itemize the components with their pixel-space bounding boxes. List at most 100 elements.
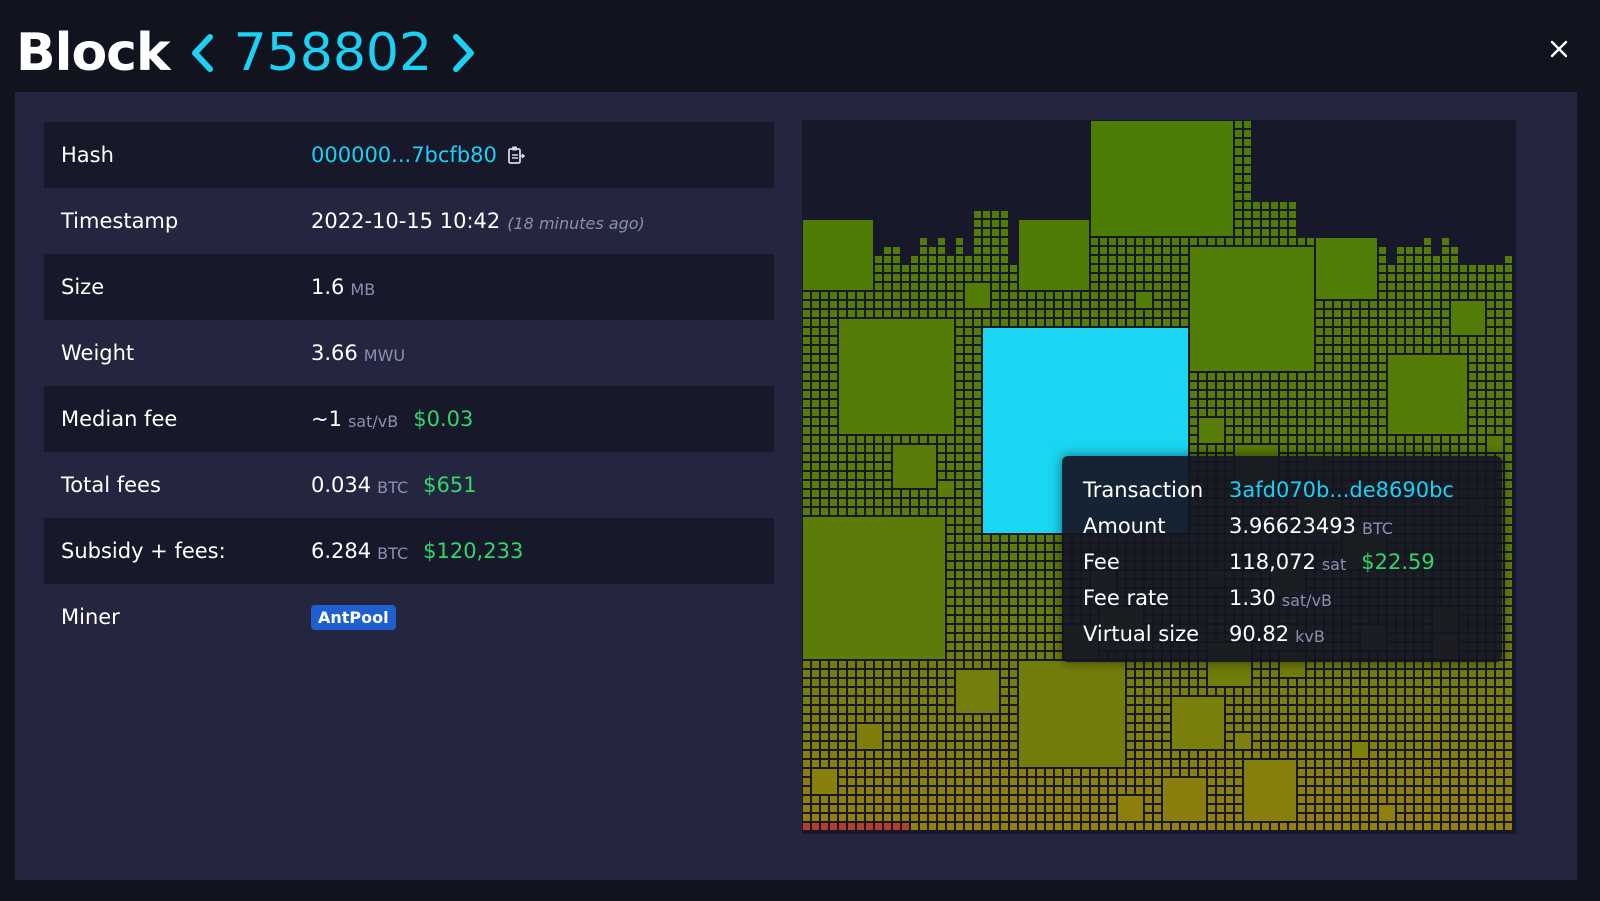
transaction-cell[interactable] — [1118, 319, 1125, 326]
transaction-cell[interactable] — [884, 310, 891, 317]
transaction-cell[interactable] — [1343, 319, 1350, 326]
transaction-cell[interactable] — [875, 274, 882, 281]
transaction-cell[interactable] — [1001, 805, 1008, 812]
transaction-cell[interactable] — [911, 499, 918, 506]
transaction-cell[interactable] — [1145, 670, 1152, 677]
transaction-cell[interactable] — [1487, 742, 1494, 749]
transaction-cell[interactable] — [1163, 238, 1170, 245]
transaction-block[interactable] — [1199, 418, 1224, 443]
transaction-cell[interactable] — [1496, 787, 1503, 794]
transaction-cell[interactable] — [1091, 238, 1098, 245]
transaction-cell[interactable] — [1505, 310, 1512, 317]
transaction-cell[interactable] — [1361, 400, 1368, 407]
transaction-cell[interactable] — [1208, 823, 1215, 830]
transaction-cell[interactable] — [1208, 814, 1215, 821]
transaction-cell[interactable] — [1073, 787, 1080, 794]
transaction-cell[interactable] — [1307, 409, 1314, 416]
transaction-cell[interactable] — [875, 787, 882, 794]
transaction-cell[interactable] — [1316, 697, 1323, 704]
transaction-cell[interactable] — [1424, 301, 1431, 308]
transaction-cell[interactable] — [1262, 742, 1269, 749]
transaction-cell[interactable] — [1388, 670, 1395, 677]
transaction-cell[interactable] — [884, 787, 891, 794]
transaction-cell[interactable] — [1352, 373, 1359, 380]
transaction-cell[interactable] — [1406, 301, 1413, 308]
transaction-cell[interactable] — [1487, 292, 1494, 299]
transaction-cell[interactable] — [1505, 652, 1512, 659]
transaction-cell[interactable] — [1397, 733, 1404, 740]
transaction-cell[interactable] — [1343, 706, 1350, 713]
transaction-cell[interactable] — [1226, 445, 1233, 452]
transaction-cell[interactable] — [803, 760, 810, 767]
transaction-cell[interactable] — [1433, 283, 1440, 290]
transaction-cell[interactable] — [1235, 211, 1242, 218]
transaction-cell[interactable] — [1325, 355, 1332, 362]
transaction-cell[interactable] — [1433, 328, 1440, 335]
transaction-cell[interactable] — [1325, 724, 1332, 731]
transaction-cell[interactable] — [1469, 733, 1476, 740]
transaction-cell[interactable] — [1343, 364, 1350, 371]
transaction-cell[interactable] — [875, 706, 882, 713]
transaction-cell[interactable] — [965, 544, 972, 551]
transaction-cell[interactable] — [1208, 391, 1215, 398]
transaction-cell[interactable] — [938, 715, 945, 722]
transaction-cell[interactable] — [1316, 346, 1323, 353]
transaction-cell[interactable] — [1442, 805, 1449, 812]
transaction-cell[interactable] — [974, 391, 981, 398]
transaction-cell[interactable] — [803, 472, 810, 479]
transaction-cell[interactable] — [1280, 445, 1287, 452]
transaction-cell[interactable] — [803, 418, 810, 425]
transaction-cell[interactable] — [1019, 562, 1026, 569]
transaction-cell[interactable] — [1046, 787, 1053, 794]
transaction-cell[interactable] — [821, 400, 828, 407]
transaction-cell[interactable] — [1343, 436, 1350, 443]
transaction-cell[interactable] — [1361, 778, 1368, 785]
transaction-cell[interactable] — [1325, 769, 1332, 776]
transaction-cell[interactable] — [857, 490, 864, 497]
transaction-cell[interactable] — [974, 778, 981, 785]
next-block-button[interactable] — [450, 31, 478, 75]
transaction-cell[interactable] — [839, 436, 846, 443]
transaction-cell[interactable] — [1505, 760, 1512, 767]
transaction-cell[interactable] — [1496, 337, 1503, 344]
transaction-cell[interactable] — [848, 742, 855, 749]
transaction-cell[interactable] — [1361, 346, 1368, 353]
transaction-cell[interactable] — [947, 670, 954, 677]
transaction-cell[interactable] — [1496, 751, 1503, 758]
transaction-cell[interactable] — [893, 778, 900, 785]
transaction-cell[interactable] — [956, 508, 963, 515]
transaction-cell[interactable] — [1055, 301, 1062, 308]
transaction-cell[interactable] — [1415, 697, 1422, 704]
transaction-cell[interactable] — [965, 742, 972, 749]
transaction-cell[interactable] — [1154, 319, 1161, 326]
transaction-cell[interactable] — [884, 733, 891, 740]
transaction-cell[interactable] — [1010, 544, 1017, 551]
transaction-cell[interactable] — [857, 670, 864, 677]
transaction-cell[interactable] — [1262, 373, 1269, 380]
transaction-cell[interactable] — [1091, 283, 1098, 290]
transaction-cell[interactable] — [1235, 436, 1242, 443]
transaction-cell[interactable] — [1091, 319, 1098, 326]
transaction-cell[interactable] — [974, 211, 981, 218]
transaction-cell[interactable] — [911, 670, 918, 677]
transaction-cell[interactable] — [884, 472, 891, 479]
transaction-cell[interactable] — [866, 454, 873, 461]
transaction-cell[interactable] — [1505, 319, 1512, 326]
transaction-cell[interactable] — [956, 346, 963, 353]
transaction-cell[interactable] — [920, 697, 927, 704]
transaction-cell[interactable] — [1361, 787, 1368, 794]
transaction-cell[interactable] — [1280, 436, 1287, 443]
transaction-cell[interactable] — [1316, 688, 1323, 695]
transaction-cell[interactable] — [1298, 409, 1305, 416]
transaction-cell[interactable] — [1271, 688, 1278, 695]
transaction-cell[interactable] — [1478, 769, 1485, 776]
transaction-cell[interactable] — [1172, 256, 1179, 263]
transaction-cell[interactable] — [1298, 688, 1305, 695]
transaction-cell[interactable] — [920, 436, 927, 443]
transaction-cell[interactable] — [1406, 292, 1413, 299]
transaction-cell[interactable] — [1388, 697, 1395, 704]
transaction-cell[interactable] — [911, 742, 918, 749]
transaction-cell[interactable] — [1082, 805, 1089, 812]
transaction-cell[interactable] — [1010, 805, 1017, 812]
transaction-cell[interactable] — [1145, 742, 1152, 749]
